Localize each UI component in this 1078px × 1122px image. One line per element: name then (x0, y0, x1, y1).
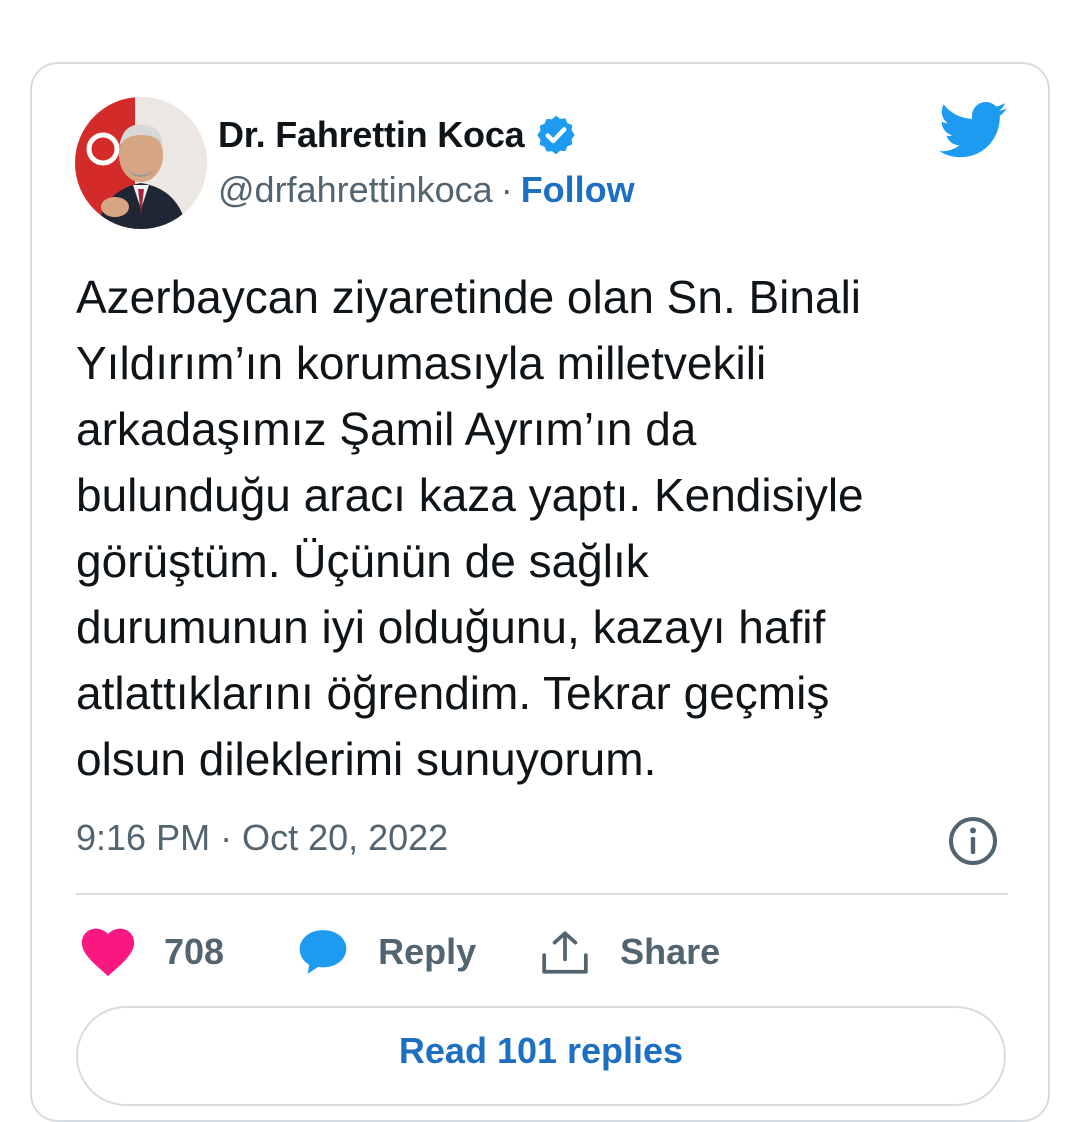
reply-button[interactable]: Reply (298, 928, 476, 976)
author-meta-row: @drfahrettinkoca · Follow (218, 166, 635, 214)
like-count: 708 (164, 931, 225, 972)
share-button[interactable]: Share (540, 928, 720, 976)
share-label: Share (620, 931, 721, 972)
avatar[interactable] (75, 97, 207, 229)
speech-bubble-icon (299, 930, 347, 974)
author-name[interactable]: Dr. Fahrettin Koca (218, 114, 525, 156)
action-bar: 708 Reply Share (80, 922, 720, 982)
heart-icon (81, 928, 135, 977)
share-upload-icon (542, 931, 588, 974)
author-handle[interactable]: @drfahrettinkoca (218, 169, 493, 211)
info-icon[interactable] (947, 815, 999, 867)
author-name-row: Dr. Fahrettin Koca (218, 110, 578, 160)
handle-separator: · (500, 169, 513, 210)
like-button[interactable]: 708 (80, 927, 224, 977)
twitter-bird-icon[interactable] (940, 100, 1008, 160)
follow-button[interactable]: Follow (521, 169, 635, 211)
verified-badge-icon (537, 115, 576, 155)
reply-label: Reply (378, 931, 477, 972)
divider (76, 893, 1008, 895)
tweet-timestamp[interactable]: 9:16 PM · Oct 20, 2022 (76, 815, 448, 861)
tweet-text: Azerbaycan ziyaretinde olan Sn. Binali Y… (76, 271, 864, 785)
read-replies-button[interactable]: Read 101 replies (76, 1006, 1006, 1106)
